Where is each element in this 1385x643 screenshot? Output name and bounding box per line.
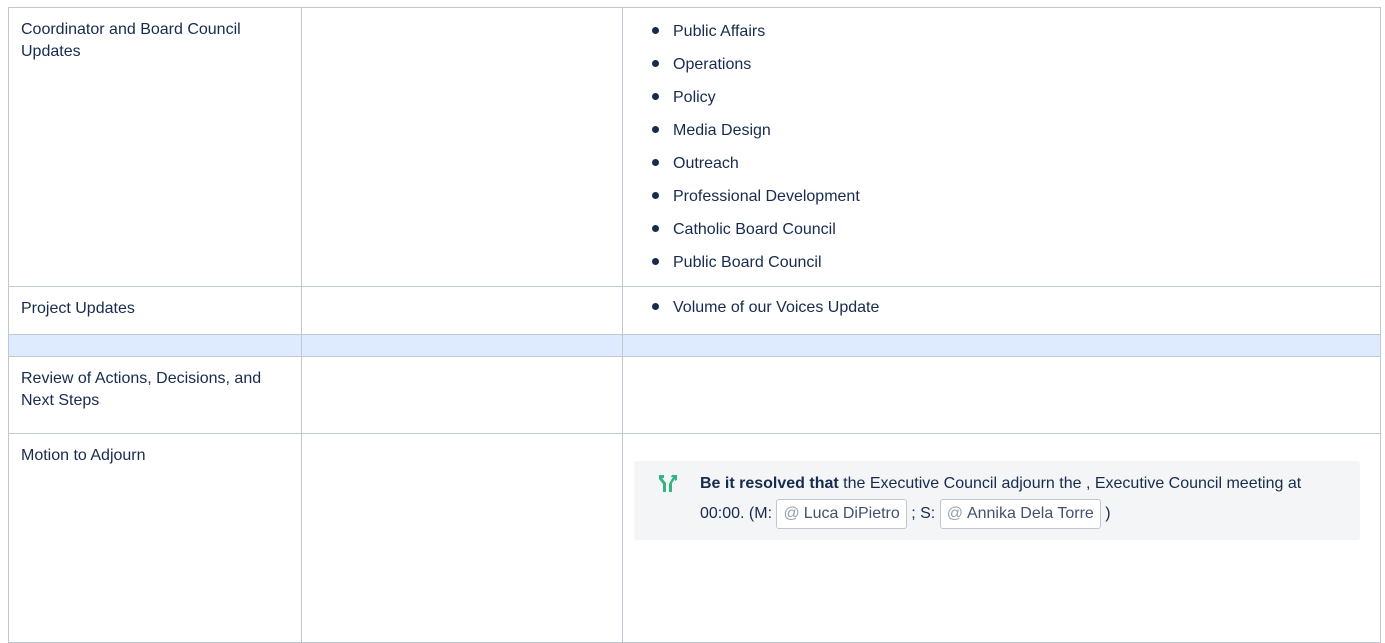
topic-text: Coordinator and Board Council Updates bbox=[21, 21, 241, 60]
empty-cell[interactable] bbox=[8, 334, 302, 357]
bullet-icon bbox=[652, 159, 659, 166]
empty-cell[interactable] bbox=[301, 334, 623, 357]
bullet-list: Public Affairs Operations Policy Media D… bbox=[623, 8, 1380, 281]
notes-cell[interactable]: Be it resolved that the Executive Counci… bbox=[622, 433, 1381, 643]
decision-text: ; S: bbox=[906, 505, 940, 522]
topic-cell[interactable]: Coordinator and Board Council Updates bbox=[8, 7, 302, 287]
list-item: Public Board Council bbox=[650, 248, 1380, 281]
table-row: Review of Actions, Decisions, and Next S… bbox=[8, 356, 1381, 434]
bullet-list: Volume of our Voices Update bbox=[623, 287, 1380, 326]
notes-cell[interactable]: Public Affairs Operations Policy Media D… bbox=[622, 7, 1381, 287]
decision-icon bbox=[659, 475, 677, 492]
list-item: Operations bbox=[650, 50, 1380, 83]
presenter-cell[interactable] bbox=[301, 433, 623, 643]
bullet-icon bbox=[652, 303, 659, 310]
decision-text: ) bbox=[1100, 505, 1111, 522]
topic-cell[interactable]: Project Updates bbox=[8, 286, 302, 335]
list-item: Catholic Board Council bbox=[650, 215, 1380, 248]
presenter-cell[interactable] bbox=[301, 7, 623, 287]
presenter-cell[interactable] bbox=[301, 286, 623, 335]
list-item: Media Design bbox=[650, 116, 1380, 149]
presenter-cell[interactable] bbox=[301, 356, 623, 434]
list-item: Volume of our Voices Update bbox=[650, 293, 1380, 326]
notes-cell[interactable] bbox=[622, 356, 1381, 434]
table-row-highlighted bbox=[8, 334, 1381, 357]
list-item: Public Affairs bbox=[650, 17, 1380, 50]
empty-cell[interactable] bbox=[622, 334, 1381, 357]
list-item: Outreach bbox=[650, 149, 1380, 182]
topic-text: Project Updates bbox=[21, 300, 135, 317]
bullet-icon bbox=[652, 258, 659, 265]
decision-panel[interactable]: Be it resolved that the Executive Counci… bbox=[634, 461, 1360, 540]
topic-text: Review of Actions, Decisions, and Next S… bbox=[21, 370, 262, 409]
mention-mover[interactable]: @ Luca DiPietro bbox=[776, 499, 907, 529]
topic-cell[interactable]: Motion to Adjourn bbox=[8, 433, 302, 643]
agenda-table: Coordinator and Board Council Updates Pu… bbox=[8, 7, 1381, 643]
topic-cell[interactable]: Review of Actions, Decisions, and Next S… bbox=[8, 356, 302, 434]
bullet-icon bbox=[652, 60, 659, 67]
bullet-icon bbox=[652, 27, 659, 34]
bullet-icon bbox=[652, 192, 659, 199]
list-item: Professional Development bbox=[650, 182, 1380, 215]
topic-text: Motion to Adjourn bbox=[21, 447, 146, 464]
table-row: Motion to Adjourn Be it resolved that th… bbox=[8, 433, 1381, 643]
bullet-icon bbox=[652, 93, 659, 100]
notes-cell[interactable]: Volume of our Voices Update bbox=[622, 286, 1381, 335]
list-item: Policy bbox=[650, 83, 1380, 116]
table-row: Coordinator and Board Council Updates Pu… bbox=[8, 7, 1381, 287]
mention-seconder[interactable]: @ Annika Dela Torre bbox=[939, 499, 1101, 529]
decision-lead: Be it resolved that bbox=[700, 475, 839, 492]
bullet-icon bbox=[652, 126, 659, 133]
bullet-icon bbox=[652, 225, 659, 232]
table-row: Project Updates Volume of our Voices Upd… bbox=[8, 286, 1381, 335]
